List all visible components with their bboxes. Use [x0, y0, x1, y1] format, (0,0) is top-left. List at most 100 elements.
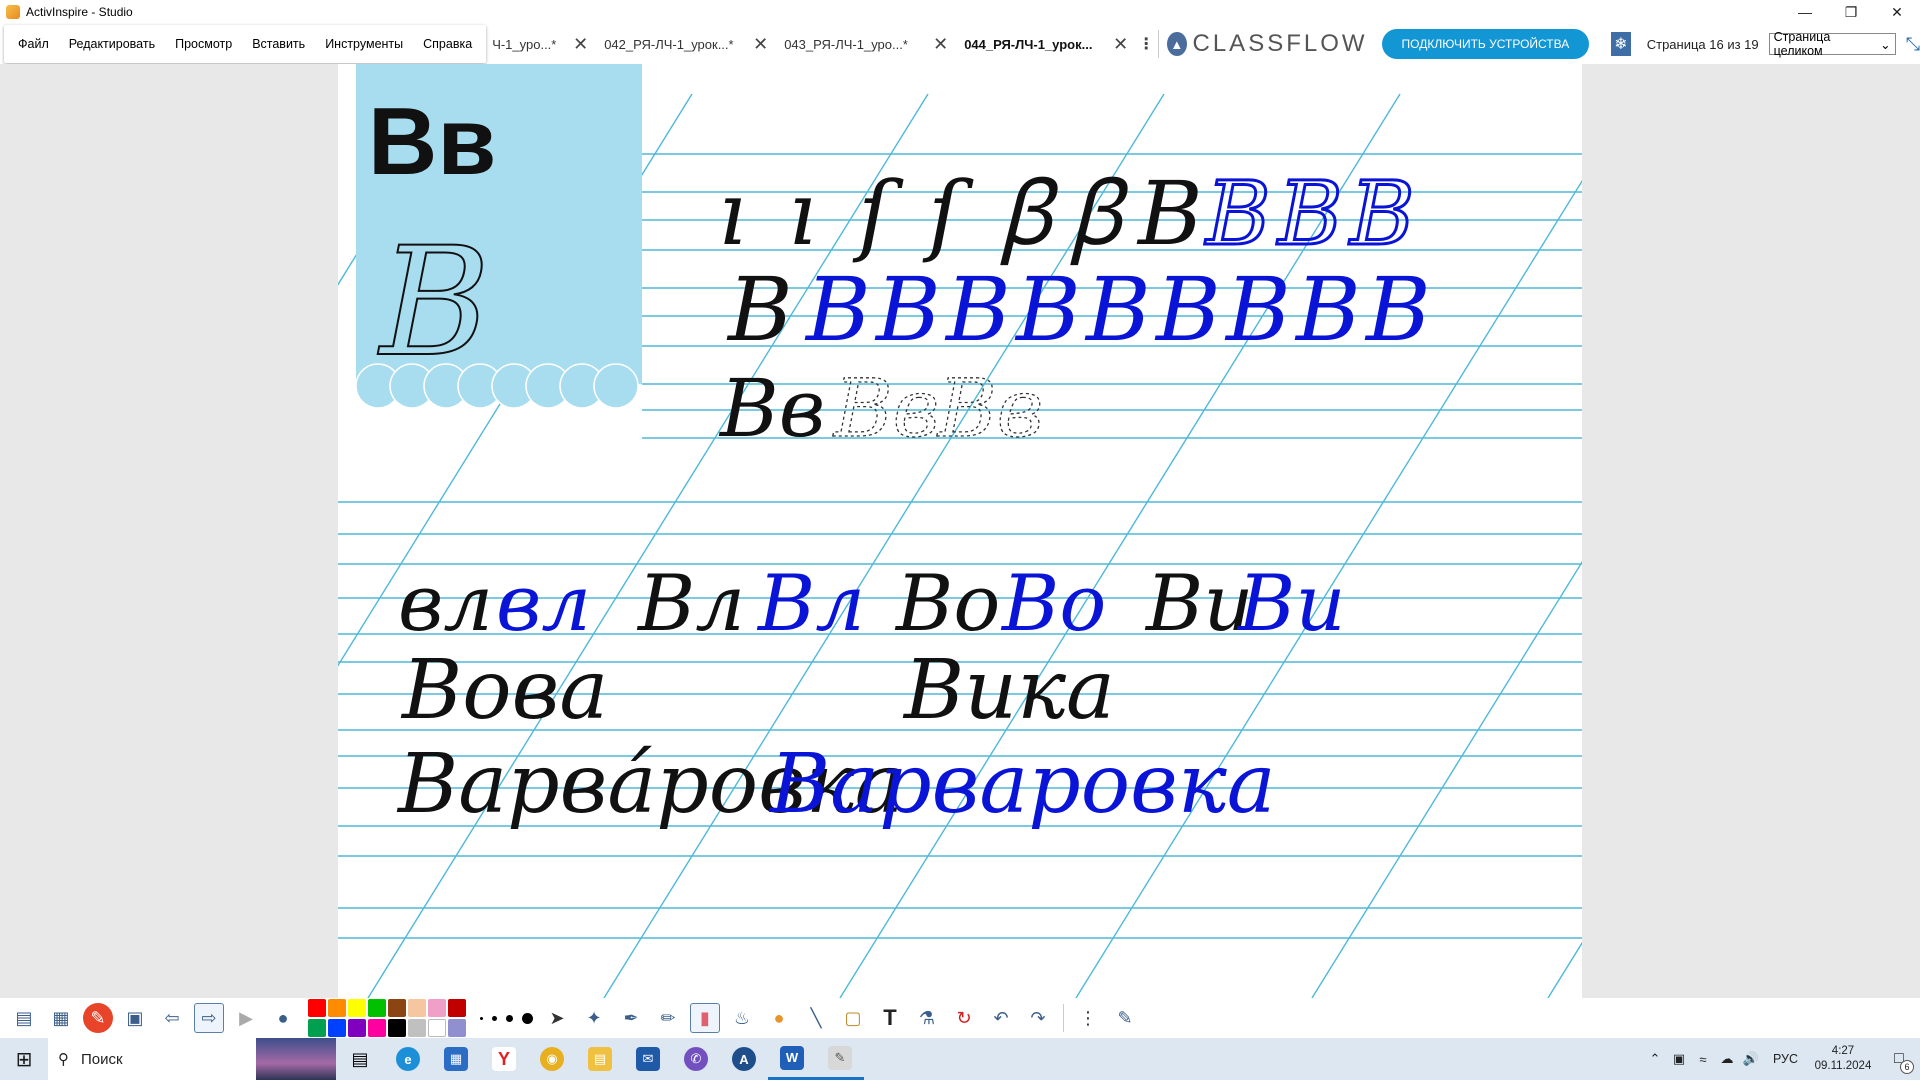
color-swatch[interactable] — [348, 999, 366, 1017]
connector-icon[interactable]: ╲ — [801, 1003, 831, 1033]
activinspire-menu-icon[interactable]: ✎ — [83, 1003, 113, 1033]
windows-start-icon[interactable]: ⊞ — [0, 1038, 48, 1080]
width-3-icon[interactable] — [506, 1014, 513, 1022]
previous-page-icon[interactable]: ⇦ — [157, 1003, 187, 1033]
network-icon[interactable]: ≈ — [1691, 1052, 1715, 1067]
row1-black-5: ꞵ — [998, 162, 1059, 266]
color-swatch[interactable] — [348, 1019, 366, 1037]
activinspire-task-icon[interactable]: A — [720, 1038, 768, 1080]
color-swatch[interactable] — [408, 1019, 426, 1037]
width-4-icon[interactable] — [522, 1012, 533, 1024]
presenter-icon[interactable]: ▦ — [46, 1003, 76, 1033]
classflow-rocket-icon[interactable]: ▲ — [1167, 32, 1187, 56]
zoom-select[interactable]: Страница целиком ⌄ — [1768, 30, 1896, 58]
resource-library-icon[interactable]: ▢ — [838, 1003, 868, 1033]
color-swatch[interactable] — [428, 999, 446, 1017]
letter-cursive-model: В — [377, 216, 490, 390]
color-swatch[interactable] — [388, 1019, 406, 1037]
restore-button[interactable]: ❐ — [1828, 0, 1874, 24]
viber-icon[interactable]: ✆ — [672, 1038, 720, 1080]
tab-document-042[interactable]: 042_РЯ-ЛЧ-1_урок...* ✕ — [598, 24, 778, 64]
toolbar-settings-icon[interactable]: ✎ — [1110, 1003, 1140, 1033]
task-view-icon[interactable]: ▤ — [336, 1038, 384, 1080]
menu-tools[interactable]: Инструменты — [315, 25, 413, 63]
redo-icon[interactable]: ↷ — [1023, 1003, 1053, 1033]
width-2-icon[interactable] — [492, 1015, 497, 1021]
color-swatch[interactable] — [388, 999, 406, 1017]
menu-edit[interactable]: Редактировать — [59, 25, 165, 63]
yandex-browser-icon[interactable]: Y — [480, 1038, 528, 1080]
close-tab-icon[interactable]: ✕ — [573, 34, 588, 55]
meet-now-icon[interactable]: ▣ — [1667, 1051, 1691, 1067]
onedrive-icon[interactable]: ☁ — [1715, 1051, 1739, 1067]
close-tab-icon[interactable]: ✕ — [1113, 34, 1128, 55]
tab-document-043[interactable]: 043_РЯ-ЛЧ-1_уро...* ✕ — [778, 24, 958, 64]
clock[interactable]: 4:27 09.11.2024 — [1808, 1044, 1878, 1074]
clock-date: 09.11.2024 — [1814, 1060, 1872, 1072]
row1-blue-2: В — [1276, 162, 1343, 265]
store-icon[interactable]: ▦ — [432, 1038, 480, 1080]
text-tool-icon[interactable]: T — [875, 1003, 905, 1033]
color-swatch[interactable] — [308, 999, 326, 1017]
color-swatch[interactable] — [448, 999, 466, 1017]
chrome-icon[interactable]: ◉ — [528, 1038, 576, 1080]
color-swatch[interactable] — [368, 999, 386, 1017]
pen-icon[interactable]: ✒ — [616, 1003, 646, 1033]
tab-document-041[interactable]: Ч-1_уро...* ✕ — [486, 24, 598, 64]
fill-icon[interactable]: ♨ — [727, 1003, 757, 1033]
notifications-icon[interactable]: □ 6 — [1878, 1038, 1920, 1080]
taskbar-search[interactable]: ⚲ Поиск — [48, 1038, 336, 1080]
connect-devices-button[interactable]: ПОДКЛЮЧИТЬ УСТРОЙСТВА — [1381, 29, 1590, 59]
input-language[interactable]: РУС — [1773, 1052, 1798, 1066]
width-1-icon[interactable] — [480, 1016, 483, 1020]
color-swatch[interactable] — [428, 1019, 446, 1037]
color-swatch[interactable] — [448, 1019, 466, 1037]
mail-icon[interactable]: ✉ — [624, 1038, 672, 1080]
slant-line — [1547, 941, 1582, 998]
close-window-button[interactable]: ✕ — [1874, 0, 1920, 24]
color-swatch[interactable] — [308, 1019, 326, 1037]
activinspire-studio-task-icon[interactable]: ✎ — [816, 1038, 864, 1080]
menu-file[interactable]: Файл — [8, 25, 59, 63]
shape-icon[interactable]: ● — [764, 1003, 794, 1033]
row2-blue-1: В — [804, 258, 871, 361]
color-swatch[interactable] — [328, 1019, 346, 1037]
row2-blue-5: В — [1084, 258, 1151, 361]
canvas-area[interactable]: Вв В ı ı ſ ſ ꞵ ꞵ В В В В В В В В В В В В… — [0, 64, 1920, 998]
minimize-button[interactable]: — — [1782, 0, 1828, 24]
word-vika: Вика — [902, 643, 1115, 738]
select-arrow-icon[interactable]: ➤ — [542, 1003, 572, 1033]
flipchart-page[interactable]: Вв В ı ı ſ ſ ꞵ ꞵ В В В В В В В В В В В В… — [338, 64, 1582, 998]
eraser-icon[interactable]: ▮ — [690, 1003, 720, 1033]
globe-icon[interactable]: ● — [268, 1003, 298, 1033]
snowflake-icon[interactable]: ❄ — [1611, 32, 1631, 56]
close-tab-icon[interactable]: ✕ — [933, 34, 948, 55]
color-swatch[interactable] — [328, 999, 346, 1017]
menu-insert[interactable]: Вставить — [242, 25, 315, 63]
reset-page-icon[interactable]: ↻ — [949, 1003, 979, 1033]
highlighter-icon[interactable]: ✏ — [653, 1003, 683, 1033]
edge-icon[interactable]: e — [384, 1038, 432, 1080]
close-tab-icon[interactable]: ✕ — [753, 34, 768, 55]
more-tabs-icon[interactable]: ⋮ — [1138, 34, 1154, 54]
row2-black: В — [726, 258, 793, 361]
undo-icon[interactable]: ↶ — [986, 1003, 1016, 1033]
magic-wand-icon[interactable]: ✦ — [579, 1003, 609, 1033]
pen-width-selector[interactable] — [480, 1012, 533, 1024]
clear-icon[interactable]: ⚗ — [912, 1003, 942, 1033]
color-swatch[interactable] — [408, 999, 426, 1017]
tab-document-044[interactable]: 044_РЯ-ЛЧ-1_урок... ✕ — [958, 24, 1138, 64]
word-icon[interactable]: W — [768, 1038, 816, 1080]
toolbar-more-icon[interactable]: ⋮ — [1073, 1003, 1103, 1033]
next-page-icon[interactable]: ⇨ — [194, 1003, 224, 1033]
file-explorer-icon[interactable]: ▤ — [576, 1038, 624, 1080]
play-icon[interactable]: ▶ — [231, 1003, 261, 1033]
menu-help[interactable]: Справка — [413, 25, 482, 63]
desktop-annotate-icon[interactable]: ▣ — [120, 1003, 150, 1033]
color-swatch[interactable] — [368, 1019, 386, 1037]
fullscreen-icon[interactable]: ⤡ — [1906, 34, 1920, 55]
browsers-icon[interactable]: ▤ — [9, 1003, 39, 1033]
volume-icon[interactable]: 🔊 — [1739, 1051, 1763, 1067]
show-hidden-icons-icon[interactable]: ⌃ — [1643, 1051, 1667, 1067]
menu-view[interactable]: Просмотр — [165, 25, 242, 63]
